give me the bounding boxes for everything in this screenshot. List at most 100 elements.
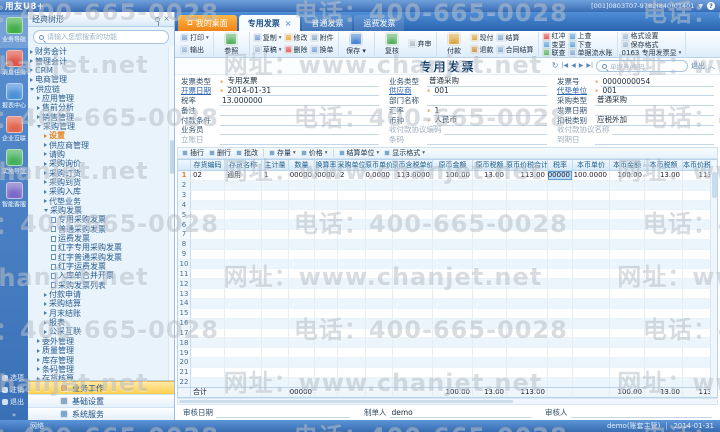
- column-header-存货编码[interactable]: 存货编码: [191, 160, 225, 170]
- toolbar-button-现付[interactable]: 现付: [471, 34, 494, 42]
- grid-cell[interactable]: [338, 269, 366, 279]
- grid-cell[interactable]: [225, 220, 262, 230]
- grid-cell[interactable]: [433, 181, 473, 191]
- grid-cell[interactable]: [645, 338, 683, 348]
- row-number[interactable]: 14: [178, 299, 191, 309]
- collapsed-arrow-icon[interactable]: [44, 152, 47, 156]
- grid-cell[interactable]: [473, 250, 507, 260]
- grid-cell[interactable]: [262, 299, 289, 309]
- column-header-rowno[interactable]: [178, 160, 191, 170]
- grid-cell[interactable]: [473, 289, 507, 299]
- grid-cell[interactable]: [507, 230, 548, 240]
- grid-cell[interactable]: [645, 299, 683, 309]
- grid-cell[interactable]: [393, 368, 433, 378]
- tab-运费发票[interactable]: 运费发票: [354, 15, 404, 31]
- collapsed-arrow-icon[interactable]: [44, 199, 47, 203]
- grid-cell[interactable]: [610, 210, 645, 220]
- grid-cell[interactable]: [548, 201, 573, 211]
- row-number[interactable]: 1: [178, 171, 191, 181]
- grid-cell[interactable]: [473, 348, 507, 358]
- grid-cell[interactable]: [645, 191, 683, 201]
- row-number[interactable]: 11: [178, 269, 191, 279]
- grid-cell[interactable]: [191, 230, 225, 240]
- grid-cell[interactable]: [548, 230, 573, 240]
- grid-cell[interactable]: [683, 319, 710, 329]
- grid-cell[interactable]: [393, 348, 433, 358]
- grid-cell[interactable]: [393, 338, 433, 348]
- collapsed-arrow-icon[interactable]: [37, 367, 40, 371]
- grid-cell[interactable]: [548, 368, 573, 378]
- grid-cell[interactable]: [548, 329, 573, 339]
- grid-cell[interactable]: [366, 191, 393, 201]
- tree-item-管理会计[interactable]: 管理会计: [28, 56, 174, 65]
- table-row[interactable]: 21: [178, 368, 710, 378]
- grid-cell[interactable]: [645, 358, 683, 368]
- grid-cell[interactable]: [289, 269, 315, 279]
- grid-cell[interactable]: [393, 240, 433, 250]
- grid-cell[interactable]: [645, 269, 683, 279]
- collapsed-arrow-icon[interactable]: [30, 50, 33, 54]
- grid-cell[interactable]: [191, 201, 225, 211]
- grid-cell[interactable]: [573, 191, 610, 201]
- toolbar-button-输出[interactable]: 输出: [181, 46, 209, 54]
- grid-cell[interactable]: [473, 210, 507, 220]
- grid-cell[interactable]: [338, 250, 366, 260]
- grid-cell[interactable]: [645, 230, 683, 240]
- grid-cell[interactable]: [507, 319, 548, 329]
- row-number[interactable]: 17: [178, 329, 191, 339]
- grid-cell[interactable]: [683, 329, 710, 339]
- grid-cell[interactable]: [393, 220, 433, 230]
- grid-cell[interactable]: [610, 309, 645, 319]
- grid-cell[interactable]: [645, 250, 683, 260]
- grid-cell[interactable]: [262, 358, 289, 368]
- grid-cell[interactable]: [225, 319, 262, 329]
- grid-cell[interactable]: [262, 309, 289, 319]
- table-row[interactable]: 16: [178, 319, 710, 329]
- grid-cell[interactable]: [225, 201, 262, 211]
- toolbar-button-换单[interactable]: 换单: [311, 46, 334, 54]
- grid-cell[interactable]: [262, 289, 289, 299]
- row-number[interactable]: 15: [178, 309, 191, 319]
- toolbar-button-参照[interactable]: 参照: [218, 33, 245, 56]
- row-number[interactable]: 2: [178, 181, 191, 191]
- grid-cell[interactable]: [610, 191, 645, 201]
- grid-cell[interactable]: [225, 269, 262, 279]
- gridbar-button-存量[interactable]: 存量▾: [269, 148, 296, 158]
- next-record-icon[interactable]: ▶: [579, 63, 584, 69]
- grid-cell[interactable]: [315, 260, 338, 270]
- grid-cell[interactable]: [610, 299, 645, 309]
- table-row[interactable]: 18: [178, 338, 710, 348]
- grid-cell[interactable]: [473, 269, 507, 279]
- toolbar-button-附件[interactable]: 附件: [311, 34, 334, 42]
- grid-cell[interactable]: [507, 210, 548, 220]
- grid-cell[interactable]: [191, 279, 225, 289]
- sidebar-mode-业务工作[interactable]: 业务工作: [28, 381, 174, 394]
- grid-cell[interactable]: [315, 319, 338, 329]
- grid-cell[interactable]: [473, 240, 507, 250]
- grid-cell[interactable]: [315, 250, 338, 260]
- grid-cell[interactable]: [289, 348, 315, 358]
- column-header-原币税额[interactable]: 原币税额: [473, 160, 507, 170]
- grid-cell[interactable]: [262, 368, 289, 378]
- grid-cell[interactable]: [225, 299, 262, 309]
- nav-item-业务导航[interactable]: 业务导航: [0, 15, 28, 48]
- row-number[interactable]: 3: [178, 191, 191, 201]
- grid-cell[interactable]: [262, 319, 289, 329]
- grid-cell[interactable]: [645, 181, 683, 191]
- row-number[interactable]: 12: [178, 279, 191, 289]
- grid-cell[interactable]: [338, 289, 366, 299]
- grid-cell[interactable]: [289, 240, 315, 250]
- tab-我的桌面[interactable]: ⌂我的桌面: [178, 15, 237, 31]
- exit-button[interactable]: 退出: [0, 396, 28, 408]
- grid-cell[interactable]: [315, 201, 338, 211]
- grid-cell[interactable]: [338, 191, 366, 201]
- grid-cell[interactable]: [191, 240, 225, 250]
- column-header-税率[interactable]: 税率: [548, 160, 573, 170]
- grid-cell[interactable]: [191, 191, 225, 201]
- grid-cell[interactable]: [683, 181, 710, 191]
- grid-cell[interactable]: [645, 220, 683, 230]
- grid-cell[interactable]: [262, 269, 289, 279]
- grid-cell[interactable]: [433, 338, 473, 348]
- grid-cell[interactable]: [225, 181, 262, 191]
- grid-cell[interactable]: [433, 269, 473, 279]
